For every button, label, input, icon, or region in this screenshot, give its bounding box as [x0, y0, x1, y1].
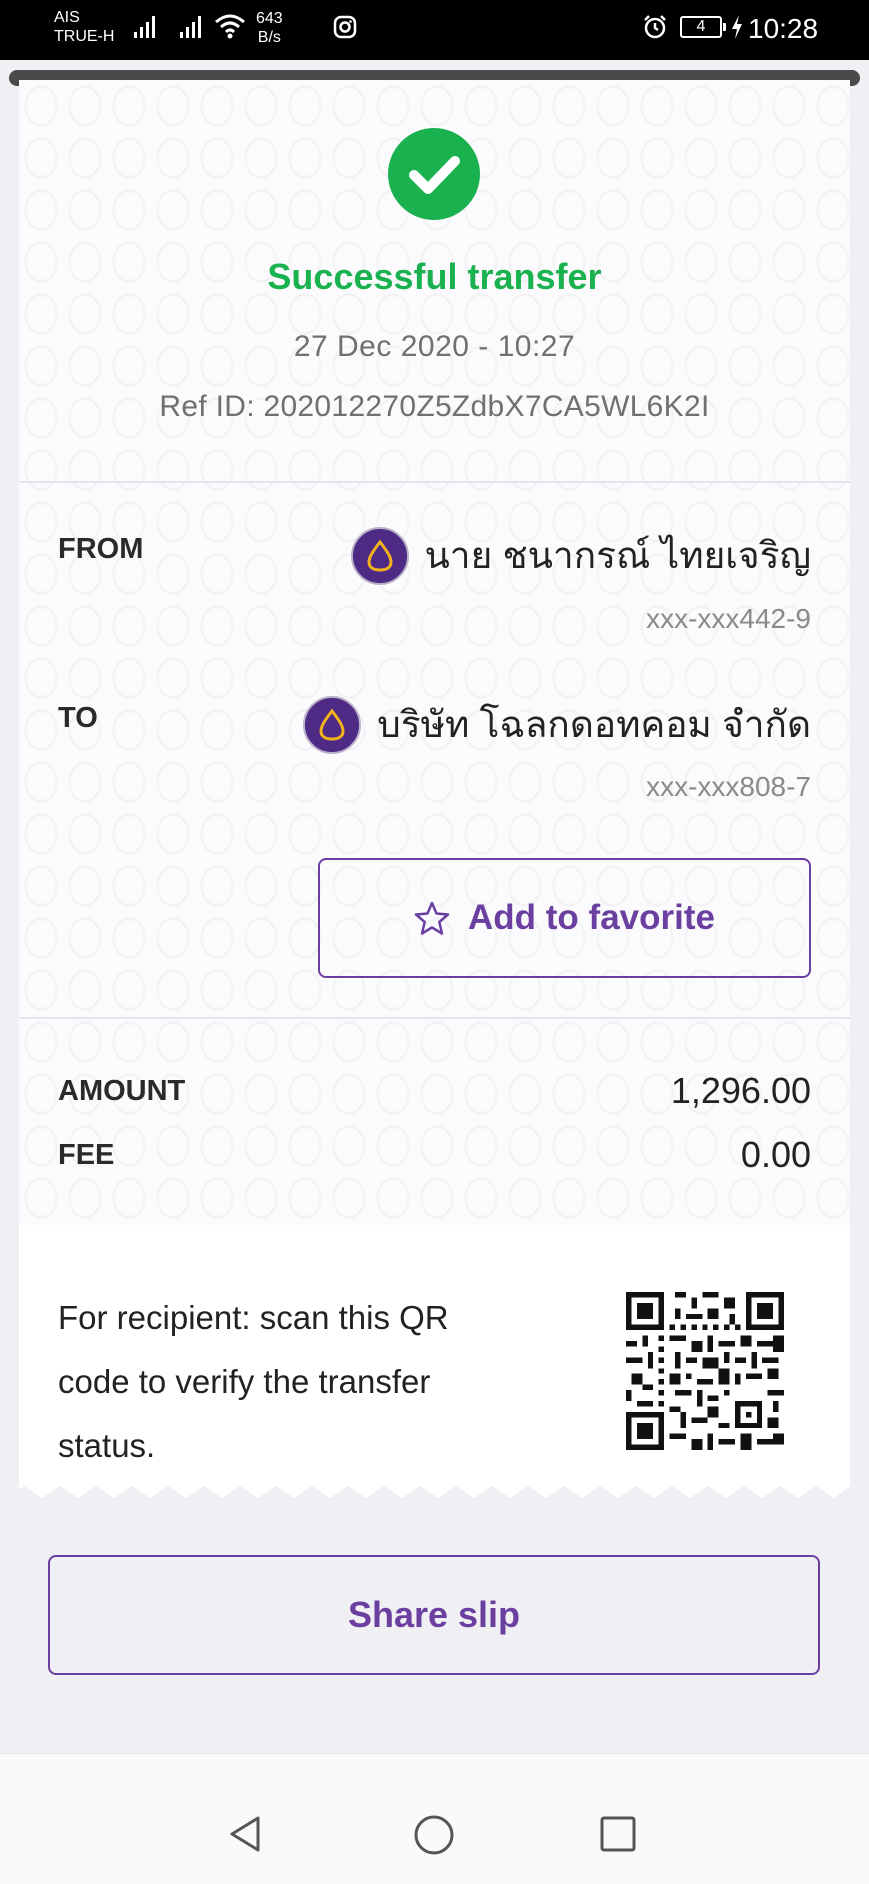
verification-qr-code — [626, 1292, 784, 1450]
speed-unit: B/s — [257, 29, 281, 46]
fee-label: FEE — [58, 1139, 115, 1171]
instagram-icon — [333, 15, 357, 39]
sender-name: นาย ชนากรณ์ ไทยเจริญ — [424, 535, 812, 576]
from-label: FROM — [58, 533, 144, 565]
share-slip-button[interactable]: Share slip — [48, 1555, 820, 1675]
recipient-account: xxx-xxx808-7 — [646, 771, 811, 802]
success-check-icon — [388, 128, 480, 220]
divider — [19, 1017, 850, 1019]
battery-icon: 4 — [680, 16, 726, 38]
wifi-icon — [215, 14, 245, 39]
from-party: นาย ชนากรณ์ ไทยเจริญ — [350, 526, 812, 585]
reference-id: Ref ID: 202012270Z5ZdbX7CA5WL6K2I — [159, 390, 710, 423]
recent-apps-icon[interactable] — [600, 1816, 636, 1852]
to-label: TO — [58, 702, 98, 734]
amount-value: 1,296.00 — [670, 1070, 811, 1111]
add-to-favorite-button[interactable]: Add to favorite — [318, 858, 811, 978]
signal-icon — [180, 16, 201, 38]
status-bar: AIS TRUE-H 643 B/s 4 10:28 — [0, 0, 869, 60]
charging-icon — [732, 15, 742, 39]
moon-icon — [309, 16, 319, 36]
bank-logo-icon — [303, 695, 362, 754]
amount-label: AMOUNT — [58, 1075, 186, 1107]
star-icon — [414, 901, 450, 935]
status-time: 10:28 — [748, 13, 819, 44]
status-title: Successful transfer — [267, 256, 602, 297]
alarm-icon — [644, 15, 666, 39]
carrier-2: TRUE-H — [54, 28, 115, 45]
recipient-name: บริษัท โฉลกดอทคอม จำกัด — [377, 704, 811, 745]
fee-value: 0.00 — [740, 1134, 811, 1175]
add-to-favorite-label: Add to favorite — [468, 898, 715, 937]
network-speed: 643 B/s — [256, 9, 283, 47]
transfer-datetime: 27 Dec 2020 - 10:27 — [293, 330, 576, 363]
home-icon[interactable] — [413, 1814, 455, 1856]
qr-instructions: For recipient: scan this QR code to veri… — [58, 1299, 449, 1464]
back-icon[interactable] — [226, 1814, 266, 1854]
speed-value: 643 — [256, 10, 283, 27]
system-nav-bar — [0, 1753, 869, 1884]
signal-icon — [134, 16, 155, 38]
divider — [19, 481, 850, 483]
carrier-info: AIS TRUE-H — [54, 8, 114, 46]
bank-logo-icon — [350, 526, 409, 585]
to-party: บริษัท โฉลกดอทคอม จำกัด — [303, 695, 811, 754]
sender-account: xxx-xxx442-9 — [646, 603, 811, 634]
carrier-1: AIS — [54, 9, 80, 26]
receipt-torn-edge — [19, 1478, 850, 1498]
